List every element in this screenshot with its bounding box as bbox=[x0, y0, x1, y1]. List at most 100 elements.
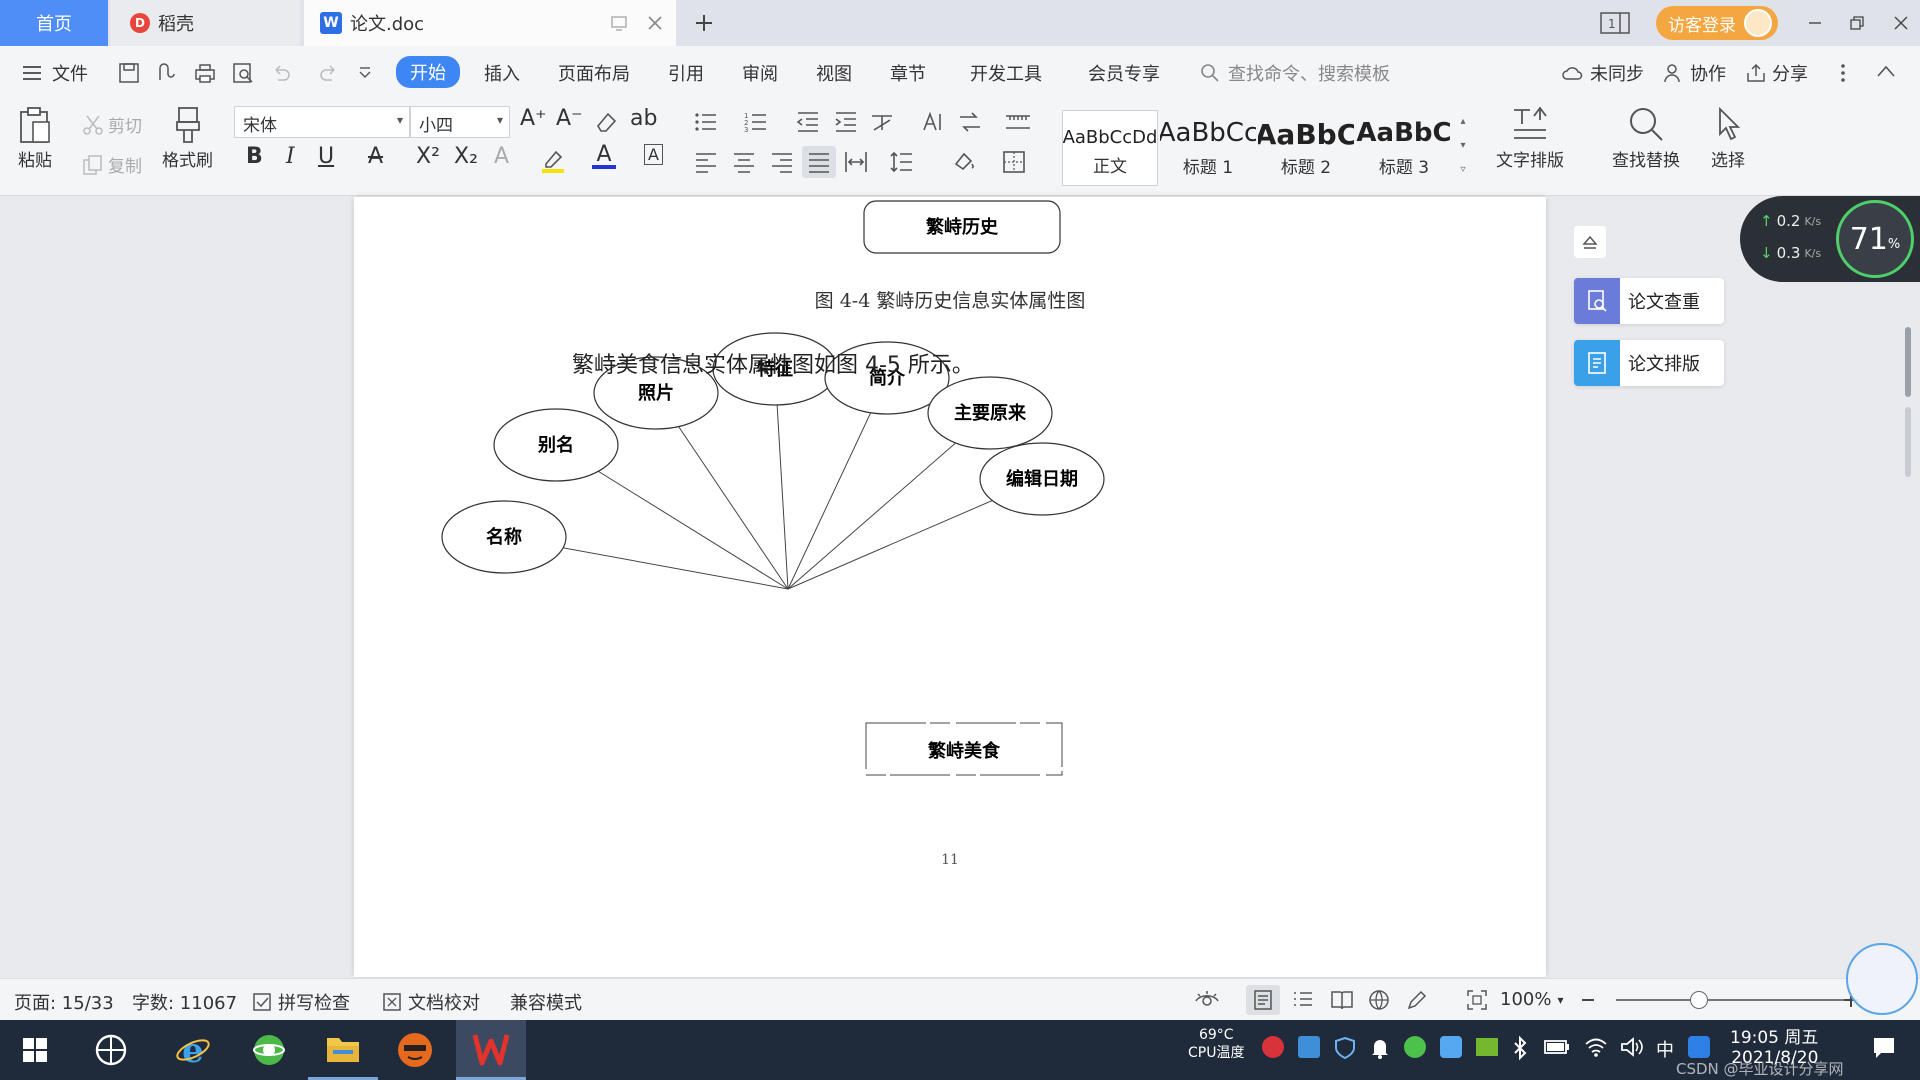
command-search[interactable]: 查找命令、搜索模板 bbox=[1200, 60, 1390, 86]
tray-network-app-icon[interactable] bbox=[1298, 1036, 1320, 1058]
zoom-select[interactable]: 100% ▾ bbox=[1500, 989, 1564, 1010]
layout-toggle-icon[interactable]: 1 bbox=[1600, 12, 1630, 34]
menu-member[interactable]: 会员专享 bbox=[1088, 60, 1160, 86]
bluetooth-icon[interactable] bbox=[1512, 1036, 1528, 1060]
nvidia-icon[interactable] bbox=[1476, 1038, 1498, 1056]
output-pdf-icon[interactable] bbox=[156, 62, 178, 84]
float-window-icon[interactable] bbox=[610, 14, 628, 32]
redo-icon[interactable] bbox=[318, 62, 340, 84]
format-painter-button[interactable]: 格式刷 bbox=[162, 106, 213, 171]
borders-icon[interactable] bbox=[1002, 150, 1026, 174]
zoom-slider[interactable] bbox=[1616, 991, 1846, 1009]
sync-status[interactable]: 未同步 bbox=[1562, 60, 1644, 86]
menu-references[interactable]: 引用 bbox=[668, 60, 704, 86]
strikethrough-icon[interactable]: A bbox=[368, 144, 383, 169]
decrease-indent-icon[interactable] bbox=[796, 110, 820, 134]
taskbar-app-360browser[interactable] bbox=[234, 1020, 304, 1080]
vertical-scrollbar[interactable] bbox=[1902, 327, 1914, 977]
select-button[interactable]: 选择 bbox=[1710, 106, 1746, 171]
distributed-icon[interactable] bbox=[844, 150, 868, 174]
tray-cloud-icon[interactable] bbox=[1440, 1036, 1462, 1058]
menu-start[interactable]: 开始 bbox=[396, 56, 460, 88]
new-tab-button[interactable] bbox=[686, 6, 722, 40]
guest-login-button[interactable]: 访客登录 bbox=[1656, 6, 1778, 40]
outline-view-icon[interactable] bbox=[1292, 989, 1314, 1011]
close-tab-icon[interactable] bbox=[646, 14, 664, 32]
chinese-layout-icon[interactable] bbox=[870, 110, 894, 134]
menu-insert[interactable]: 插入 bbox=[484, 60, 520, 86]
styles-scroll[interactable]: ▴ ▾ ▿ bbox=[1456, 110, 1470, 186]
grow-font-icon[interactable]: A⁺ bbox=[520, 106, 547, 131]
style-heading-1[interactable]: AaBbCc 标题 1 bbox=[1160, 110, 1256, 186]
ime-indicator[interactable]: 中 bbox=[1656, 1036, 1674, 1062]
battery-icon[interactable] bbox=[1544, 1038, 1570, 1056]
tab-daoke[interactable]: D 稻壳 bbox=[110, 0, 300, 46]
volume-icon[interactable] bbox=[1620, 1036, 1644, 1058]
text-effect-icon[interactable]: A bbox=[494, 144, 509, 169]
undo-icon[interactable] bbox=[270, 62, 292, 84]
menu-developer[interactable]: 开发工具 bbox=[970, 60, 1042, 86]
highlight-icon[interactable] bbox=[540, 146, 568, 174]
document-page[interactable]: 繁峙历史 图 4-4 繁峙历史信息实体属性图 名称 别名 照片 特征 简介 主要原来 编辑日… bbox=[354, 197, 1546, 977]
line-spacing-icon[interactable] bbox=[890, 150, 914, 174]
menu-chapter[interactable]: 章节 bbox=[890, 60, 926, 86]
restore-button[interactable] bbox=[1840, 6, 1874, 40]
notification-center-icon[interactable] bbox=[1872, 1036, 1896, 1060]
fit-page-icon[interactable] bbox=[1466, 989, 1488, 1011]
collapse-ribbon-icon[interactable] bbox=[1876, 64, 1896, 78]
wifi-icon[interactable] bbox=[1584, 1036, 1608, 1058]
style-heading-2[interactable]: AaBbC 标题 2 bbox=[1258, 110, 1354, 186]
zoom-out-icon[interactable] bbox=[1580, 993, 1596, 1007]
file-menu[interactable]: 文件 bbox=[22, 60, 88, 86]
underline-icon[interactable]: U bbox=[318, 144, 334, 169]
sort-icon[interactable] bbox=[920, 110, 944, 134]
print-preview-icon[interactable] bbox=[232, 62, 254, 84]
cut-button[interactable]: 剪切 bbox=[82, 112, 142, 137]
text-direction-icon[interactable] bbox=[958, 110, 982, 134]
thesis-layout-button[interactable]: 论文排版 bbox=[1574, 340, 1724, 386]
menu-page-layout[interactable]: 页面布局 bbox=[558, 60, 630, 86]
align-center-icon[interactable] bbox=[732, 150, 756, 174]
spell-check-button[interactable]: 拼写检查 bbox=[252, 989, 350, 1015]
shield-icon[interactable] bbox=[1334, 1036, 1356, 1060]
floating-assistant[interactable] bbox=[1846, 943, 1918, 1015]
web-view-icon[interactable] bbox=[1368, 989, 1390, 1011]
phonetic-guide-icon[interactable]: ab bbox=[630, 106, 657, 131]
tab-home[interactable]: 首页 bbox=[0, 0, 108, 46]
start-button[interactable] bbox=[0, 1020, 70, 1080]
taskbar-app-explorer[interactable] bbox=[308, 1020, 378, 1080]
cpu-temperature[interactable]: 69°C CPU温度 bbox=[1188, 1026, 1244, 1062]
tray-app-icon[interactable] bbox=[1262, 1036, 1284, 1058]
side-collapse-button[interactable] bbox=[1574, 226, 1606, 258]
word-count[interactable]: 字数: 11067 bbox=[132, 989, 237, 1015]
share-button[interactable]: 分享 bbox=[1746, 60, 1808, 86]
customize-toolbar-icon[interactable] bbox=[358, 66, 372, 80]
eye-protection-icon[interactable] bbox=[1194, 989, 1220, 1011]
bold-icon[interactable]: B bbox=[246, 144, 263, 169]
bullet-list-icon[interactable] bbox=[694, 110, 718, 134]
justify-button[interactable] bbox=[802, 146, 836, 178]
style-normal[interactable]: AaBbCcDd 正文 bbox=[1062, 110, 1158, 186]
thesis-check-button[interactable]: 论文查重 bbox=[1574, 278, 1724, 324]
save-icon[interactable] bbox=[118, 62, 140, 84]
tray-plus-icon[interactable] bbox=[1404, 1036, 1426, 1058]
clear-format-icon[interactable] bbox=[594, 110, 618, 134]
menu-review[interactable]: 审阅 bbox=[742, 60, 778, 86]
paste-button[interactable]: 粘贴 bbox=[18, 106, 52, 171]
shading-icon[interactable] bbox=[952, 150, 976, 174]
find-replace-button[interactable]: 查找替换 bbox=[1612, 106, 1680, 171]
scrollbar-thumb[interactable] bbox=[1905, 327, 1911, 397]
font-size-select[interactable]: 小四 ▾ bbox=[410, 106, 510, 138]
copy-button[interactable]: 复制 bbox=[82, 152, 142, 177]
italic-icon[interactable]: I bbox=[286, 144, 295, 169]
style-heading-3[interactable]: AaBbC 标题 3 bbox=[1356, 110, 1452, 186]
character-border-icon[interactable]: A bbox=[644, 144, 663, 165]
align-left-icon[interactable] bbox=[694, 150, 718, 174]
font-color-icon[interactable]: A bbox=[592, 142, 616, 174]
show-marks-icon[interactable] bbox=[1004, 110, 1032, 134]
zoom-slider-thumb[interactable] bbox=[1689, 991, 1708, 1009]
page-view-button[interactable] bbox=[1246, 985, 1280, 1015]
doc-proof-button[interactable]: 文档校对 bbox=[382, 989, 480, 1015]
network-speed-widget[interactable]: ↑ 0.2 K/s ↓ 0.3 K/s 71% bbox=[1740, 196, 1920, 282]
taskbar-app-ie[interactable]: e bbox=[158, 1020, 228, 1080]
